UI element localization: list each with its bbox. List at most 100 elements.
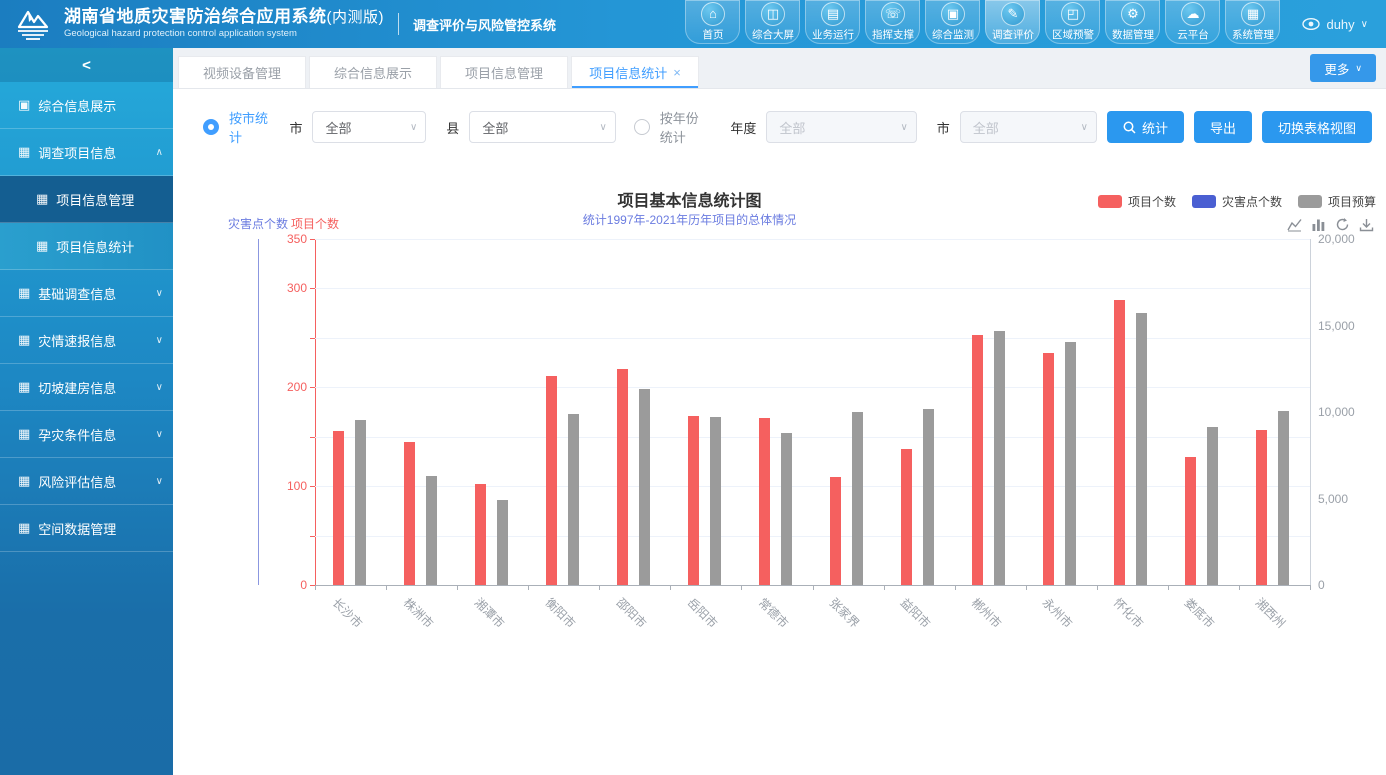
- grid-icon: ▦: [18, 379, 30, 395]
- bar-project-budget-5: [710, 417, 721, 585]
- tab-label: 视频设备管理: [203, 63, 281, 82]
- left-axis-tick-label: 300: [269, 281, 307, 295]
- year-label: 年度: [730, 118, 756, 137]
- grid-icon: ▦: [18, 285, 30, 301]
- sidebar-item-project-info-statistics[interactable]: ▦项目信息统计: [0, 223, 173, 270]
- tab-project-info-statistics[interactable]: 项目信息统计 ×: [571, 56, 699, 88]
- user-menu[interactable]: duhy ∨: [1302, 17, 1368, 32]
- main-content: 视频设备管理 综合信息展示 项目信息管理 项目信息统计 × 更多 ∨ 按市统计 市 全部…: [173, 48, 1386, 775]
- x-axis-tick: [386, 585, 387, 590]
- nav-item-cloud-platform[interactable]: ☁云平台: [1165, 0, 1220, 44]
- right-axis-tick-label: 20,000: [1318, 232, 1355, 246]
- search-icon: [1123, 121, 1136, 134]
- city-label: 市: [289, 118, 302, 137]
- nav-item-comprehensive-monitoring[interactable]: ▣综合监测: [925, 0, 980, 44]
- nav-item-survey-evaluation[interactable]: ✎调查评价: [985, 0, 1040, 44]
- nav-item-system-management[interactable]: ▦系统管理: [1225, 0, 1280, 44]
- sidebar-item-hazard-condition-info[interactable]: ▦孕灾条件信息∨: [0, 411, 173, 458]
- legend-label: 项目预算: [1328, 193, 1376, 210]
- bar-project-count-11: [1114, 300, 1125, 585]
- tab-project-info-management[interactable]: 项目信息管理: [440, 56, 568, 88]
- bar-project-count-7: [830, 477, 841, 585]
- download-icon[interactable]: [1359, 218, 1374, 232]
- bar-project-count-6: [759, 418, 770, 585]
- export-button[interactable]: 导出: [1194, 111, 1252, 143]
- county-select[interactable]: 全部∨: [469, 111, 615, 143]
- legend-item-project-budget[interactable]: 项目预算: [1298, 193, 1376, 210]
- left-axis-tick: [310, 486, 315, 487]
- grid-icon: ▦: [18, 144, 30, 160]
- nav-item-data-management[interactable]: ⚙数据管理: [1105, 0, 1160, 44]
- radio-by-year[interactable]: [634, 119, 650, 135]
- x-axis-label: 益阳市: [897, 594, 934, 631]
- sidebar-item-spatial-data-management[interactable]: ▦空间数据管理: [0, 505, 173, 552]
- city2-label: 市: [937, 118, 950, 137]
- sidebar-item-project-info-management[interactable]: ▦项目信息管理: [0, 176, 173, 223]
- radio-by-city-label[interactable]: 按市统计: [229, 108, 269, 146]
- nav-item-label: 业务运行: [805, 27, 860, 42]
- bar-project-count-9: [972, 335, 983, 585]
- user-name: duhy: [1326, 17, 1354, 32]
- nav-item-label: 数据管理: [1105, 27, 1160, 42]
- gridline: [315, 486, 1310, 487]
- tab-overview-display[interactable]: 综合信息展示: [309, 56, 437, 88]
- gear-icon: ⚙: [1121, 2, 1145, 26]
- legend-item-project-count[interactable]: 项目个数: [1098, 193, 1176, 210]
- filter-actions: 统计 导出 切换表格视图: [1107, 111, 1372, 143]
- nav-item-label: 首页: [685, 27, 740, 42]
- x-axis-label: 张家界: [826, 594, 863, 631]
- left-axis-tick-label: 0: [269, 578, 307, 592]
- cloud-icon: ☁: [1181, 2, 1205, 26]
- sidebar-item-label: 灾情速报信息: [38, 331, 155, 350]
- sidebar-item-disaster-report-info[interactable]: ▦灾情速报信息∨: [0, 317, 173, 364]
- refresh-icon[interactable]: [1335, 217, 1350, 232]
- x-axis-tick: [599, 585, 600, 590]
- tab-label: 项目信息统计: [589, 63, 667, 82]
- table-view-button[interactable]: 切换表格视图: [1262, 111, 1372, 143]
- radio-by-year-label[interactable]: 按年份统计: [660, 108, 711, 146]
- statistics-button[interactable]: 统计: [1107, 111, 1184, 143]
- nav-item-home[interactable]: ⌂首页: [685, 0, 740, 44]
- sidebar: < ▣综合信息展示▦调查项目信息∧▦项目信息管理▦项目信息统计▦基础调查信息∨▦…: [0, 48, 173, 775]
- sidebar-item-basic-survey-info[interactable]: ▦基础调查信息∨: [0, 270, 173, 317]
- tab-video-device-management[interactable]: 视频设备管理: [178, 56, 306, 88]
- x-axis-label: 湘西州: [1252, 594, 1289, 631]
- x-axis-label: 怀化市: [1110, 594, 1147, 631]
- more-button[interactable]: 更多 ∨: [1310, 54, 1376, 82]
- radio-by-city[interactable]: [203, 119, 219, 135]
- nav-item-business-operation[interactable]: ▤业务运行: [805, 0, 860, 44]
- close-icon[interactable]: ×: [673, 66, 681, 79]
- sidebar-item-survey-project-info[interactable]: ▦调查项目信息∧: [0, 129, 173, 176]
- legend-item-hazard-point-count[interactable]: 灾害点个数: [1192, 193, 1282, 210]
- nav-item-label: 综合监测: [925, 27, 980, 42]
- sidebar-item-overview-display[interactable]: ▣综合信息展示: [0, 82, 173, 129]
- top-navigation: ⌂首页◫综合大屏▤业务运行☏指挥支撑▣综合监测✎调查评价◰区域预警⚙数据管理☁云…: [685, 0, 1280, 48]
- bar-project-count-13: [1256, 430, 1267, 585]
- sidebar-collapse-button[interactable]: <: [0, 48, 173, 82]
- tab-label: 综合信息展示: [334, 63, 412, 82]
- city-select[interactable]: 全部∨: [312, 111, 426, 143]
- left-axis-tick: [310, 288, 315, 289]
- grid-icon: ▦: [36, 191, 48, 207]
- x-axis-label: 湘潭市: [471, 594, 508, 631]
- chevron-down-icon: ∨: [1355, 63, 1362, 74]
- collapse-arrow-icon: <: [82, 57, 91, 74]
- x-axis-label: 娄底市: [1181, 594, 1218, 631]
- bar-project-budget-3: [568, 414, 579, 585]
- grid-icon: ▦: [18, 332, 30, 348]
- bar-chart-icon[interactable]: [1311, 218, 1326, 232]
- line-chart-icon[interactable]: [1287, 218, 1302, 232]
- nav-item-big-screen[interactable]: ◫综合大屏: [745, 0, 800, 44]
- x-axis-tick: [315, 585, 316, 590]
- sidebar-item-label: 风险评估信息: [38, 472, 155, 491]
- page-body: 按市统计 市 全部∨ 县 全部∨ 按年份统计 年度 全部∨ 市 全部∨: [173, 89, 1386, 775]
- x-axis-tick: [1026, 585, 1027, 590]
- bar-project-count-8: [901, 449, 912, 585]
- sidebar-item-label: 孕灾条件信息: [38, 425, 155, 444]
- sidebar-item-slope-housing-info[interactable]: ▦切坡建房信息∨: [0, 364, 173, 411]
- sidebar-item-risk-assessment-info[interactable]: ▦风险评估信息∨: [0, 458, 173, 505]
- nav-item-regional-warning[interactable]: ◰区域预警: [1045, 0, 1100, 44]
- county-label: 县: [446, 118, 459, 137]
- legend-swatch: [1192, 195, 1216, 208]
- nav-item-command-support[interactable]: ☏指挥支撑: [865, 0, 920, 44]
